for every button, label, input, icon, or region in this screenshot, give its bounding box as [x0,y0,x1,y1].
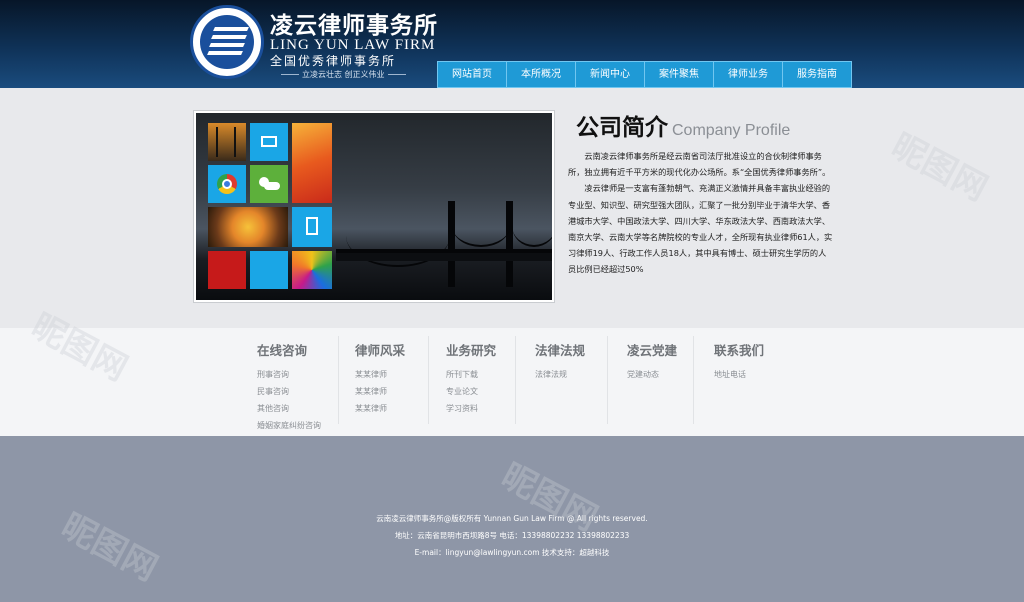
nav-item-home[interactable]: 网站首页 [437,61,507,88]
nav-item-cases[interactable]: 案件聚焦 [644,61,714,88]
link-columns [0,328,1024,436]
mail-icon [250,123,288,161]
tile-red [208,251,246,289]
column-divider [428,336,429,424]
column-title: 法律法规 [535,343,586,358]
column-title: 业务研究 [446,343,497,358]
column-party: 凌云党建 党建动态 [627,340,677,383]
column-link[interactable]: 其他咨询 [257,400,321,417]
bridge-cable [452,205,510,247]
column-title: 凌云党建 [627,343,678,358]
column-divider [338,336,339,424]
nav-item-guide[interactable]: 服务指南 [782,61,852,88]
bridge-cable [512,205,552,247]
intro-body: 云南凌云律师事务所是经云南省司法厅批准设立的合伙制律师事务所，独立拥有近千平方米… [568,148,833,278]
nav-item-about[interactable]: 本所概况 [506,61,576,88]
column-title: 联系我们 [714,343,765,358]
tile-bridge-icon [208,123,246,161]
intro-paragraph: 云南凌云律师事务所是经云南省司法厅批准设立的合伙制律师事务所，独立拥有近千平方米… [568,151,831,178]
footer-copyright: 云南凌云律师事务所@版权所有 Yunnan Gun Law Firm @ All… [376,514,648,523]
firm-subtitle: 全国优秀律师事务所 [270,54,397,68]
column-link[interactable]: 所刊下载 [446,366,496,383]
column-link[interactable]: 民事咨询 [257,383,321,400]
column-link[interactable]: 刑事咨询 [257,366,321,383]
column-divider [607,336,608,424]
calculator-icon [292,207,332,247]
column-link[interactable]: 地址电话 [714,366,764,383]
intro-photo [193,110,555,303]
intro-title: 公司简介 Company Profile [576,108,790,142]
column-laws: 法律法规 法律法规 [535,340,585,383]
tile-flower [208,207,288,247]
logo-emblem-icon [200,15,254,69]
weather-icon [250,165,288,203]
column-title: 律师风采 [355,343,406,358]
column-link[interactable]: 某某律师 [355,400,405,417]
intro-paragraph: 凌云律师是一支富有蓬勃朝气、充满正义激情并具备丰富执业经验的专业型、知识型、研究… [568,183,833,275]
column-link[interactable]: 学习资料 [446,400,496,417]
firm-logo[interactable] [190,5,264,79]
column-link[interactable]: 某某律师 [355,383,405,400]
tile-orange [292,123,332,203]
column-divider [515,336,516,424]
nav-item-news[interactable]: 新闻中心 [575,61,645,88]
tile-spiral [292,251,332,289]
column-lawyers: 律师风采 某某律师 某某律师 某某律师 [355,340,405,417]
main-nav: 网站首页 本所概况 新闻中心 案件聚焦 律师业务 服务指南 [437,61,852,88]
firm-motto: 立凌云壮志 创正义伟业 [278,69,409,80]
column-contact: 联系我们 地址电话 [714,340,764,383]
column-link[interactable]: 专业论文 [446,383,496,400]
shoreline [336,253,552,261]
intro-title-cn: 公司简介 [576,114,668,141]
nav-item-practice[interactable]: 律师业务 [713,61,783,88]
tile-blue [250,251,288,289]
intro-title-en: Company Profile [672,122,791,139]
column-divider [693,336,694,424]
header: 凌云律师事务所 LING YUN LAW FIRM 全国优秀律师事务所 立凌云壮… [0,0,1024,88]
column-link[interactable]: 某某律师 [355,366,405,383]
firm-name-cn: 凌云律师事务所 [270,12,438,39]
column-link[interactable]: 党建动态 [627,366,677,383]
column-link[interactable]: 法律法规 [535,366,585,383]
column-research: 业务研究 所刊下载 专业论文 学习资料 [446,340,496,417]
column-title: 在线咨询 [257,343,308,358]
bridge-photo [196,113,552,300]
column-consult: 在线咨询 刑事咨询 民事咨询 其他咨询 婚姻家庭纠纷咨询 [257,340,321,434]
column-link[interactable]: 婚姻家庭纠纷咨询 [257,417,321,434]
chrome-icon [208,165,246,203]
